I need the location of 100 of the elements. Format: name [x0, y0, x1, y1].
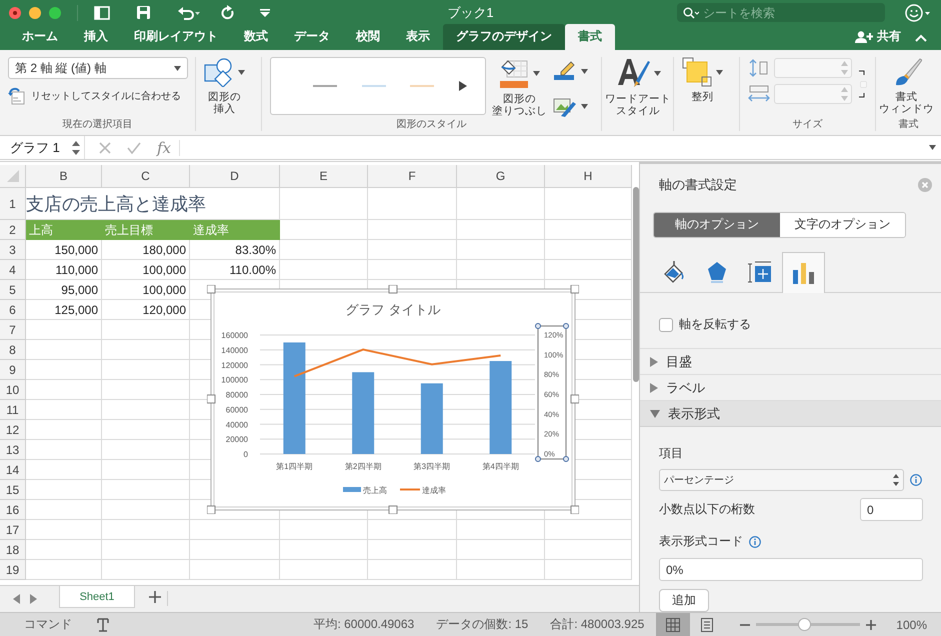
resize-handle[interactable] — [570, 506, 579, 514]
resize-handle[interactable] — [388, 285, 398, 294]
minimize-window-button[interactable] — [29, 6, 41, 18]
button-label[interactable]: 図形の — [208, 91, 241, 104]
ribbon-tab[interactable]: 挿入 — [71, 24, 121, 50]
row-header[interactable]: 3 — [0, 240, 26, 260]
caret-icon[interactable] — [238, 70, 245, 74]
category-dropdown[interactable]: パーセンテージ — [659, 469, 904, 491]
caret-icon[interactable] — [581, 68, 588, 74]
row-header[interactable]: 15 — [0, 480, 26, 500]
resize-handle[interactable] — [570, 394, 579, 404]
undo-icon[interactable] — [177, 6, 201, 20]
button-label[interactable]: ウィンドウ — [879, 103, 934, 116]
info-icon[interactable] — [910, 474, 922, 486]
button-label[interactable]: ワードアート — [605, 93, 671, 106]
row-header[interactable]: 2 — [0, 220, 26, 240]
reset-style-button[interactable]: リセットしてスタイルに合わせる — [8, 87, 188, 105]
ribbon-tab[interactable]: 校閲 — [343, 24, 393, 50]
add-sheet-icon[interactable] — [149, 591, 161, 603]
next-sheet-icon[interactable] — [30, 594, 37, 604]
column-header[interactable]: C — [102, 165, 190, 188]
caret-icon[interactable] — [581, 104, 588, 108]
decimals-field[interactable]: 0 — [860, 498, 923, 521]
slider-thumb[interactable] — [798, 618, 811, 631]
column-header[interactable]: G — [457, 165, 545, 188]
button-label[interactable]: スタイル — [616, 105, 660, 118]
caret-icon[interactable] — [174, 66, 181, 70]
zoom-window-button[interactable] — [49, 6, 61, 18]
element-dropdown[interactable]: 第 2 軸 縦 (値) 軸 — [8, 57, 188, 79]
resize-handle[interactable] — [207, 285, 216, 294]
smiley-icon[interactable] — [905, 4, 931, 22]
button-label[interactable]: 挿入 — [214, 103, 236, 116]
spinner-icon[interactable] — [893, 473, 899, 487]
name-box[interactable]: グラフ 1 — [0, 136, 85, 159]
ribbon-tab[interactable]: 印刷レイアウト — [121, 24, 231, 50]
view-button[interactable] — [656, 613, 690, 636]
caret-icon[interactable] — [533, 70, 540, 76]
button-label[interactable]: 図形の — [503, 93, 536, 106]
column-header[interactable]: F — [368, 165, 457, 188]
format-code-field[interactable]: 0% — [659, 558, 923, 581]
insert-shape-button[interactable] — [204, 57, 245, 87]
outline-pen-icon[interactable] — [553, 61, 577, 81]
caret-icon[interactable] — [929, 145, 936, 150]
spinner-icon[interactable] — [72, 140, 80, 156]
bar[interactable] — [283, 342, 306, 454]
close-window-button[interactable] — [9, 6, 21, 18]
ribbon-tab[interactable]: グラフのデザイン — [443, 24, 565, 50]
row-header[interactable]: 16 — [0, 500, 26, 520]
bar[interactable] — [352, 372, 374, 454]
row-header[interactable]: 5 — [0, 280, 26, 300]
row-header[interactable]: 17 — [0, 520, 26, 540]
button-label[interactable]: 塗りつぶし — [492, 105, 547, 118]
line-series[interactable] — [294, 348, 501, 378]
pane-tab[interactable] — [782, 252, 825, 293]
redo-icon[interactable] — [221, 5, 235, 20]
share-button[interactable]: 共有 — [855, 28, 901, 50]
add-button[interactable]: 追加 — [659, 589, 709, 612]
chart-title[interactable]: グラフ タイトル — [346, 302, 440, 317]
resize-handle[interactable] — [570, 285, 579, 294]
gallery-more-icon[interactable] — [458, 81, 467, 91]
caret-icon[interactable] — [716, 70, 723, 74]
button-label[interactable]: 整列 — [692, 91, 714, 104]
option-tab[interactable]: 軸のオプション — [654, 213, 780, 237]
row-header[interactable]: 13 — [0, 440, 26, 460]
row-header[interactable]: 18 — [0, 540, 26, 560]
resize-handle[interactable] — [207, 394, 216, 404]
customize-toolbar-icon[interactable] — [259, 8, 271, 18]
column-header[interactable]: H — [545, 165, 632, 188]
info-icon[interactable] — [749, 536, 761, 548]
row-header[interactable]: 6 — [0, 300, 26, 320]
checkbox[interactable] — [659, 318, 673, 332]
ribbon-tab[interactable]: データ — [281, 24, 343, 50]
arrange-button[interactable] — [682, 57, 723, 87]
bar[interactable] — [490, 361, 512, 454]
ribbon-tab[interactable]: ホーム — [9, 24, 71, 50]
button-label[interactable]: 書式 — [896, 91, 918, 104]
search-field[interactable]: シートを検索 — [677, 3, 885, 22]
collapse-ribbon-icon[interactable] — [915, 34, 927, 42]
column-header[interactable]: D — [190, 165, 280, 188]
column-header[interactable]: B — [26, 165, 102, 188]
option-tab[interactable]: 文字のオプション — [780, 213, 905, 237]
row-header[interactable]: 11 — [0, 400, 26, 420]
row-header[interactable]: 9 — [0, 360, 26, 380]
sidebar-icon[interactable] — [94, 6, 110, 20]
ribbon-tab[interactable]: 書式 — [565, 24, 615, 50]
resize-handle[interactable] — [207, 506, 216, 514]
insert-function-button[interactable]: fx — [149, 138, 180, 157]
section-header[interactable]: 表示形式 — [640, 400, 941, 427]
row-header[interactable]: 7 — [0, 320, 26, 340]
row-header[interactable]: 4 — [0, 260, 26, 280]
search-icon[interactable] — [683, 7, 699, 19]
row-header[interactable]: 12 — [0, 420, 26, 440]
row-header[interactable]: 8 — [0, 340, 26, 360]
check-icon[interactable] — [127, 142, 141, 154]
caret-icon[interactable] — [654, 70, 660, 76]
row-header[interactable]: 14 — [0, 460, 26, 480]
ribbon-tab[interactable]: 表示 — [393, 24, 443, 50]
row-header[interactable]: 1 — [0, 188, 26, 220]
previous-sheet-icon[interactable] — [13, 594, 20, 604]
row-header[interactable]: 19 — [0, 560, 26, 580]
